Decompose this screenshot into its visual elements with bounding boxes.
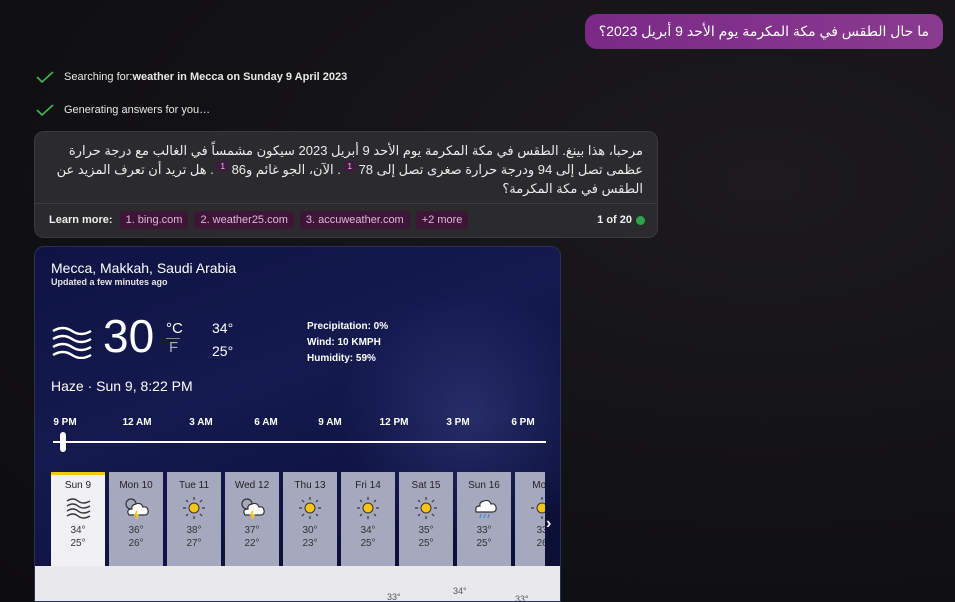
hour-label: 12 PM — [379, 417, 409, 428]
citation-1[interactable]: 1 — [344, 160, 355, 172]
day-low: 25° — [70, 538, 86, 549]
day-high: 34° — [360, 525, 376, 536]
precipitation: Precipitation: 0% — [307, 321, 389, 332]
temperature-graph: 33° 34° 33° — [35, 566, 560, 602]
hour-label: 3 PM — [446, 417, 470, 428]
day-tile[interactable]: Thu 13 30° 23° — [283, 472, 337, 570]
response-counter-text: 1 of 20 — [597, 214, 632, 226]
graph-label: 33° — [515, 594, 529, 602]
day-high: 38° — [186, 525, 202, 536]
day-tile[interactable]: Wed 12 37° 22° — [225, 472, 279, 570]
day-name: Mon — [532, 480, 545, 491]
humidity: Humidity: 59% — [307, 353, 376, 364]
check-icon — [36, 104, 54, 116]
hour-label: 12 AM — [122, 417, 152, 428]
day-name: Fri 14 — [355, 480, 381, 491]
day-tile[interactable]: Mon 33 26 — [515, 472, 545, 570]
day-low: 22° — [244, 538, 260, 549]
day-tile[interactable]: Fri 14 34° 25° — [341, 472, 395, 570]
day-name: Thu 13 — [294, 480, 326, 491]
day-name: Tue 11 — [178, 480, 210, 491]
sun-icon — [415, 497, 437, 519]
response-counter: 1 of 20 — [597, 214, 645, 226]
graph-label: 34° — [453, 586, 467, 596]
sun-icon — [183, 497, 205, 519]
current-temperature: 30 — [103, 310, 155, 362]
hour-label: 9 PM — [53, 417, 77, 428]
weather-condition: Haze · Sun 9, 8:22 PM — [51, 378, 193, 394]
answer-part-2: . الآن، الجو غائم و86 — [231, 162, 341, 177]
weather-card[interactable]: Mecca, Makkah, Saudi Arabia Updated a fe… — [34, 246, 561, 602]
thunderstorm-icon — [125, 498, 149, 520]
day-high: 37° — [244, 525, 260, 536]
check-icon — [36, 71, 54, 83]
day-high: 36° — [128, 525, 144, 536]
day-name: Sat 15 — [411, 480, 441, 491]
haze-icon — [66, 498, 91, 519]
day-high: 33° — [476, 525, 492, 536]
hour-slider-track[interactable] — [53, 441, 546, 443]
unit-celsius[interactable]: °C — [166, 320, 183, 337]
weather-location: Mecca, Makkah, Saudi Arabia — [51, 260, 237, 276]
status-prefix: Searching for: — [64, 71, 133, 83]
hour-label: 9 AM — [318, 417, 342, 428]
wind: Wind: 10 KMPH — [307, 337, 381, 348]
daily-forecast: Sun 9 34° 25° Mon 10 36° 26° Tue 11 38° … — [51, 472, 545, 570]
day-high: 30° — [302, 525, 318, 536]
day-low: 25° — [418, 538, 434, 549]
hour-label: 3 AM — [189, 417, 213, 428]
day-high: 33 — [536, 525, 545, 536]
hour-label: 6 PM — [511, 417, 535, 428]
day-low: 25° — [360, 538, 376, 549]
day-low: 26 — [536, 538, 545, 549]
status-query: weather in Mecca on Sunday 9 April 2023 — [132, 71, 348, 83]
day-name: Sun 9 — [64, 480, 92, 491]
status-generating: Generating answers for you… — [36, 104, 210, 116]
graph-label: 33° — [387, 592, 401, 602]
thunderstorm-icon — [241, 498, 265, 520]
hourly-labels: 9 PM 12 AM 3 AM 6 AM 9 AM 12 PM 3 PM 6 P… — [51, 417, 546, 431]
day-name: Wed 12 — [234, 480, 270, 491]
day-tile[interactable]: Mon 10 36° 26° — [109, 472, 163, 570]
source-link-bing[interactable]: 1. bing.com — [119, 211, 189, 229]
day-high: 34° — [70, 525, 86, 536]
sun-icon — [531, 497, 545, 519]
hour-slider-handle[interactable] — [59, 432, 66, 452]
chevron-right-icon[interactable]: › — [546, 515, 551, 533]
day-low: 26° — [128, 538, 144, 549]
day-low: 27° — [186, 538, 202, 549]
day-tile[interactable]: Sun 9 34° 25° — [51, 472, 105, 570]
haze-icon — [52, 326, 92, 359]
learn-more-label: Learn more: — [49, 214, 113, 226]
user-message-bubble: ما حال الطقس في مكة المكرمة يوم الأحد 9 … — [584, 14, 943, 49]
status-searching: Searching for: weather in Mecca on Sunda… — [36, 71, 347, 83]
more-sources-button[interactable]: +2 more — [415, 211, 469, 229]
sun-icon — [357, 497, 379, 519]
learn-more-row: Learn more: 1. bing.com 2. weather25.com… — [49, 209, 645, 231]
divider — [35, 203, 657, 204]
day-low: 23° — [302, 538, 318, 549]
low-temperature: 25° — [212, 343, 234, 359]
unit-fahrenheit[interactable]: F — [169, 339, 178, 356]
citation-2[interactable]: 1 — [217, 160, 228, 172]
answer-text[interactable]: مرحبا، هذا بينغ. الطقس في مكة المكرمة يو… — [35, 132, 657, 202]
source-link-weather25[interactable]: 2. weather25.com — [194, 211, 294, 229]
day-high: 35° — [418, 525, 434, 536]
day-name: Sun 16 — [468, 480, 500, 491]
day-tile[interactable]: Sat 15 35° 25° — [399, 472, 453, 570]
source-link-accuweather[interactable]: 3. accuweather.com — [299, 211, 410, 229]
day-name: Mon 10 — [119, 480, 153, 491]
status-generating-text: Generating answers for you… — [64, 104, 211, 116]
rain-cloud-icon — [475, 499, 497, 519]
status-dot — [636, 215, 645, 225]
day-tile[interactable]: Sun 16 33° 25° — [457, 472, 511, 570]
day-tile[interactable]: Tue 11 38° 27° — [167, 472, 221, 570]
hour-label: 6 AM — [254, 417, 278, 428]
day-low: 25° — [476, 538, 492, 549]
sun-icon — [299, 497, 321, 519]
answer-card: مرحبا، هذا بينغ. الطقس في مكة المكرمة يو… — [34, 131, 658, 238]
weather-updated: Updated a few minutes ago — [51, 277, 168, 287]
high-temperature: 34° — [212, 320, 234, 336]
